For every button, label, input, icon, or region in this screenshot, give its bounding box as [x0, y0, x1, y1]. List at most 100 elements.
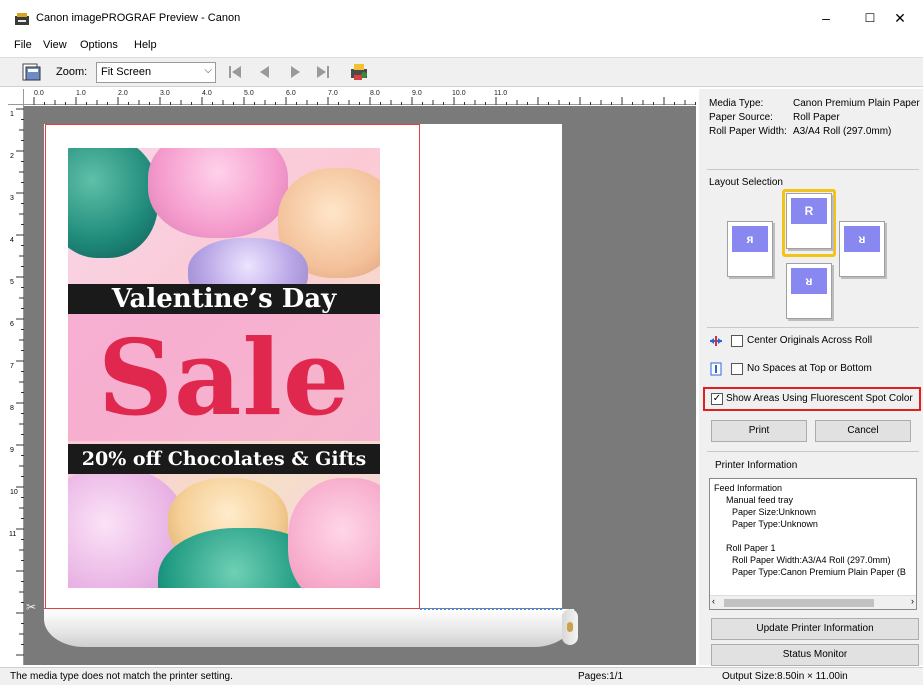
ruler-label: 5.0 [244, 90, 254, 97]
no-spaces-option[interactable]: No Spaces at Top or Bottom [709, 361, 919, 377]
title-bar: Canon imagePROGRAF Preview - Canon – ☐ ✕ [0, 0, 923, 36]
info-line: Paper Type:Canon Premium Plain Paper (B [732, 567, 906, 577]
settings-panel: Media Type: Canon Premium Plain Paper Pa… [699, 89, 923, 666]
ruler-label: 8 [10, 405, 14, 412]
cancel-button[interactable]: Cancel [815, 420, 911, 442]
minimize-button[interactable]: – [806, 6, 846, 30]
layout-upside-down[interactable]: ᴚ [786, 263, 832, 319]
update-printer-info-button[interactable]: Update Printer Information [711, 618, 919, 640]
ruler-label: 3 [10, 195, 14, 202]
next-page-icon[interactable] [286, 63, 304, 81]
ruler-label: 6 [10, 321, 14, 328]
poster-subline: 20% off Chocolates & Gifts [68, 444, 380, 474]
window-title: Canon imagePROGRAF Preview - Canon [36, 12, 241, 24]
ruler-label: 10 [10, 489, 18, 496]
status-pages: Pages:1/1 [578, 671, 624, 682]
layout-rotate-right[interactable]: ᴚ [839, 221, 885, 277]
fluorescent-checkbox[interactable]: ✓ [711, 393, 723, 405]
preview-area[interactable]: ✂ Valentine’s Day Sale 20% off Chocolate… [24, 106, 696, 665]
layout-selection-title: Layout Selection [709, 177, 783, 188]
ruler-corner [8, 89, 24, 105]
ruler-label: 5 [10, 279, 14, 286]
layout-icon[interactable] [20, 61, 42, 83]
vertical-fit-icon [710, 362, 722, 376]
printer-info-title: Printer Information [715, 460, 798, 471]
layout-glyph: ᴙ [746, 232, 754, 246]
roll-width-value: A3/A4 Roll (297.0mm) [793, 126, 892, 137]
chevron-down-icon: ⌵ [204, 65, 212, 76]
printer-settings-icon[interactable] [348, 61, 370, 83]
ruler-label: 9 [10, 447, 14, 454]
center-originals-option[interactable]: Center Originals Across Roll [709, 333, 919, 349]
scroll-right-icon[interactable]: › [911, 596, 914, 606]
menu-help[interactable]: Help [134, 39, 157, 51]
ruler-label: 9.0 [412, 90, 422, 97]
fluorescent-option[interactable]: ✓ Show Areas Using Fluorescent Spot Colo… [711, 391, 917, 407]
ruler-label: 4 [10, 237, 14, 244]
info-line: Paper Type:Unknown [732, 519, 818, 529]
printer-info-text: Feed Information Manual feed tray Paper … [710, 479, 916, 581]
poster-headline: Valentine’s Day [68, 284, 380, 314]
layout-normal[interactable]: R [786, 193, 832, 249]
print-button[interactable]: Print [711, 420, 807, 442]
layout-glyph: R [804, 204, 814, 218]
divider [707, 327, 919, 328]
app-icon [15, 13, 29, 25]
center-originals-checkbox[interactable] [731, 335, 743, 347]
layout-rotate-left[interactable]: ᴙ [727, 221, 773, 277]
ruler-label: 2.0 [118, 90, 128, 97]
horizontal-scrollbar[interactable]: ‹ › [710, 595, 916, 609]
paper-roll [44, 609, 574, 647]
chocolate-shape [148, 148, 288, 238]
first-page-icon[interactable] [226, 63, 244, 81]
ruler-label: 3.0 [160, 90, 170, 97]
status-message: The media type does not match the printe… [10, 671, 233, 682]
ruler-label: 7.0 [328, 90, 338, 97]
info-line [714, 530, 912, 542]
toolbar: Zoom: Fit Screen ⌵ [0, 57, 923, 87]
status-monitor-button[interactable]: Status Monitor [711, 644, 919, 666]
zoom-value: Fit Screen [101, 66, 152, 78]
media-type-value: Canon Premium Plain Paper [793, 98, 920, 109]
close-button[interactable]: ✕ [880, 6, 920, 30]
horizontal-ruler: 0.0 1.0 2.0 3.0 4.0 5.0 6.0 7.0 8.0 9.0 … [24, 89, 696, 105]
menu-options[interactable]: Options [80, 39, 118, 51]
ruler-label: 1.0 [76, 90, 86, 97]
ruler-label: 2 [10, 153, 14, 160]
ruler-label: 1 [10, 111, 14, 118]
fluorescent-label: Show Areas Using Fluorescent Spot Color [726, 393, 913, 404]
roll-width-label: Roll Paper Width: [709, 126, 787, 137]
ruler-label: 6.0 [286, 90, 296, 97]
ruler-label: 8.0 [370, 90, 380, 97]
divider [707, 169, 919, 170]
printer-info-box[interactable]: Feed Information Manual feed tray Paper … [709, 478, 917, 610]
scrollbar-thumb[interactable] [724, 599, 874, 607]
last-page-icon[interactable] [314, 63, 332, 81]
ruler-label: 7 [10, 363, 14, 370]
no-spaces-checkbox[interactable] [731, 363, 743, 375]
poster-sale-text: Sale [97, 316, 351, 439]
media-type-label: Media Type: [709, 98, 764, 109]
vertical-ruler: 1 2 3 4 5 6 7 8 9 10 11 [8, 105, 24, 665]
info-line: Feed Information [714, 483, 783, 493]
ruler-label: 11.0 [494, 90, 508, 97]
ruler-label: 10.0 [452, 90, 466, 97]
menu-view[interactable]: View [43, 39, 67, 51]
divider [707, 451, 919, 452]
vertical-ruler-ticks [16, 108, 24, 656]
previous-page-icon[interactable] [256, 63, 274, 81]
scroll-left-icon[interactable]: ‹ [712, 596, 715, 606]
cut-line [420, 608, 562, 610]
status-bar: The media type does not match the printe… [0, 667, 923, 685]
chocolate-shape [288, 478, 380, 588]
menu-file[interactable]: File [14, 39, 32, 51]
zoom-select[interactable]: Fit Screen ⌵ [96, 62, 216, 83]
no-spaces-label: No Spaces at Top or Bottom [747, 363, 872, 374]
menu-bar: File View Options Help [0, 36, 923, 56]
chocolate-shape [68, 148, 158, 258]
ruler-label: 0.0 [34, 90, 44, 97]
scissors-icon: ✂ [26, 600, 37, 614]
center-arrows-icon [710, 336, 722, 346]
info-line: Paper Size:Unknown [732, 507, 817, 517]
info-line: Roll Paper Width:A3/A4 Roll (297.0mm) [732, 555, 891, 565]
